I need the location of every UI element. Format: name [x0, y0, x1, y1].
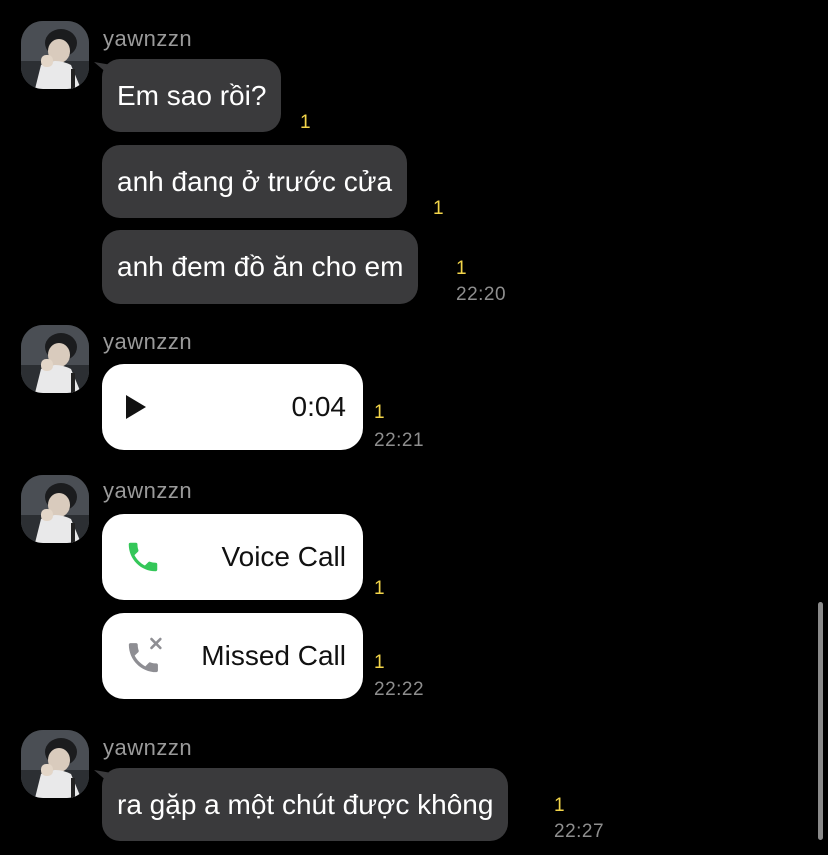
unread-count: 1 [374, 652, 385, 673]
message-timestamp: 22:20 [456, 284, 507, 305]
sender-name: yawnzzn [103, 478, 193, 503]
sender-name: yawnzzn [103, 735, 193, 760]
voice-duration: 0:04 [291, 391, 347, 422]
message-bubble[interactable]: anh đem đồ ăn cho em [102, 230, 419, 304]
unread-count: 1 [374, 402, 385, 423]
unread-count: 1 [456, 258, 467, 279]
message-text: anh đang ở trước cửa [117, 165, 393, 197]
play-icon[interactable] [124, 393, 148, 421]
unread-count: 1 [300, 112, 311, 133]
voice-message[interactable]: 0:04 [102, 364, 363, 450]
phone-icon [124, 538, 162, 576]
call-label: Voice Call [221, 541, 346, 572]
sender-avatar[interactable] [21, 475, 89, 543]
sender-avatar[interactable] [21, 325, 89, 393]
voice-call-card[interactable]: Voice Call [102, 514, 363, 600]
missed-call-icon [124, 635, 166, 677]
missed-call-card[interactable]: Missed Call [102, 613, 363, 699]
message-bubble[interactable]: ra gặp a một chút được không [102, 768, 509, 841]
sender-avatar[interactable] [21, 21, 89, 89]
message-text: ra gặp a một chút được không [117, 788, 494, 820]
scrollbar[interactable] [818, 602, 823, 840]
message-timestamp: 22:22 [374, 679, 425, 700]
message-bubble[interactable]: anh đang ở trước cửa [102, 145, 408, 218]
unread-count: 1 [433, 198, 444, 219]
avatar-image [21, 21, 89, 89]
avatar-image [21, 730, 89, 798]
sender-avatar[interactable] [21, 730, 89, 798]
message-text: Em sao rồi? [117, 79, 267, 111]
unread-count: 1 [374, 578, 385, 599]
message-timestamp: 22:21 [374, 430, 425, 451]
unread-count: 1 [554, 795, 565, 816]
call-label: Missed Call [201, 640, 346, 671]
message-text: anh đem đồ ăn cho em [117, 251, 404, 282]
avatar-image [21, 325, 89, 393]
sender-name: yawnzzn [103, 329, 193, 354]
sender-name: yawnzzn [103, 26, 193, 51]
avatar-image [21, 475, 89, 543]
message-timestamp: 22:27 [554, 821, 605, 842]
message-bubble[interactable]: Em sao rồi? [102, 59, 282, 132]
